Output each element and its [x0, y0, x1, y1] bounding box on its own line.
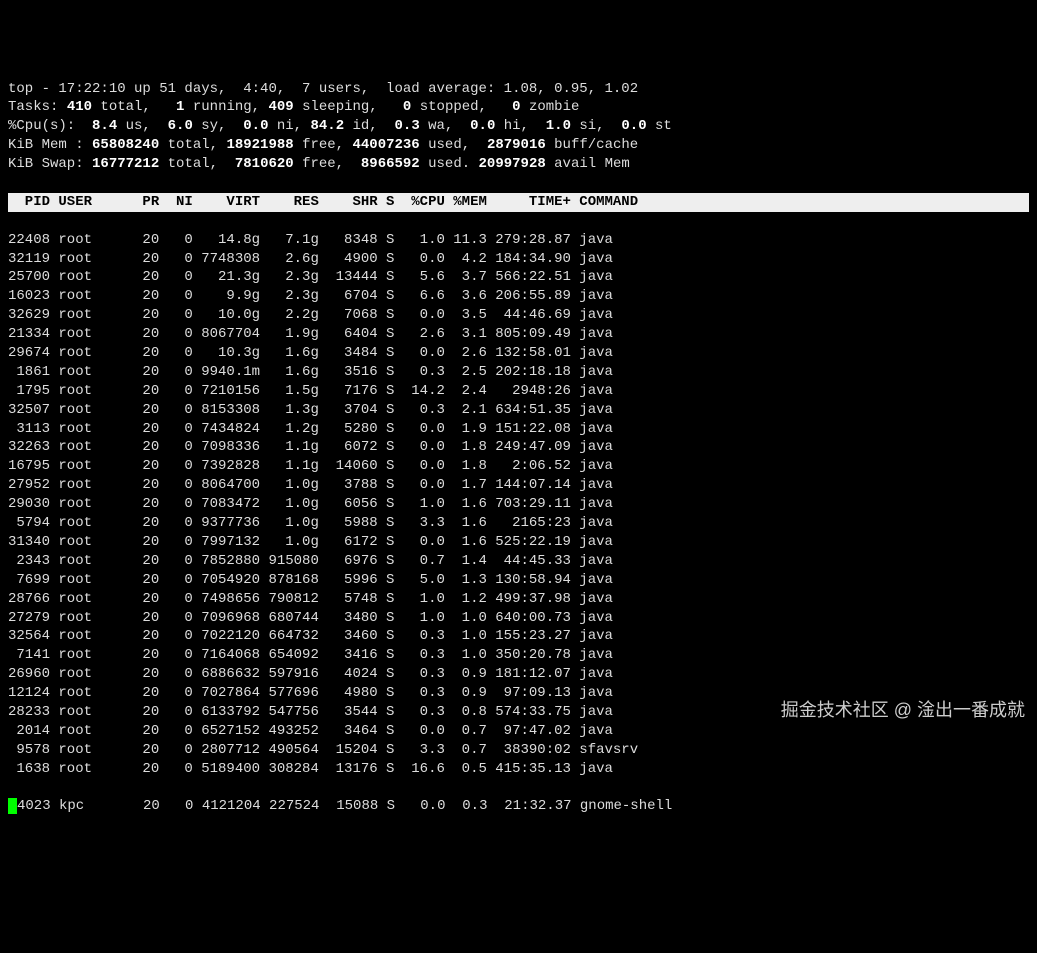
process-row: 32564 root 20 0 7022120 664732 3460 S 0.… [8, 627, 1029, 646]
process-row: 1795 root 20 0 7210156 1.5g 7176 S 14.2 … [8, 382, 1029, 401]
process-row: 32119 root 20 0 7748308 2.6g 4900 S 0.0 … [8, 250, 1029, 269]
process-row: 3113 root 20 0 7434824 1.2g 5280 S 0.0 1… [8, 420, 1029, 439]
process-row: 29030 root 20 0 7083472 1.0g 6056 S 1.0 … [8, 495, 1029, 514]
process-row: 2343 root 20 0 7852880 915080 6976 S 0.7… [8, 552, 1029, 571]
process-row: 21334 root 20 0 8067704 1.9g 6404 S 2.6 … [8, 325, 1029, 344]
process-row: 32263 root 20 0 7098336 1.1g 6072 S 0.0 … [8, 438, 1029, 457]
cursor-icon [8, 798, 17, 814]
top-summary: top - 17:22:10 up 51 days, 4:40, 7 users… [8, 80, 1029, 174]
process-row: 16795 root 20 0 7392828 1.1g 14060 S 0.0… [8, 457, 1029, 476]
process-row-last: 4023 kpc 20 0 4121204 227524 15088 S 0.0… [8, 797, 1029, 816]
process-list: 22408 root 20 0 14.8g 7.1g 8348 S 1.0 11… [8, 231, 1029, 779]
process-row: 16023 root 20 0 9.9g 2.3g 6704 S 6.6 3.6… [8, 287, 1029, 306]
process-row: 27279 root 20 0 7096968 680744 3480 S 1.… [8, 609, 1029, 628]
process-row: 5794 root 20 0 9377736 1.0g 5988 S 3.3 1… [8, 514, 1029, 533]
process-row: 31340 root 20 0 7997132 1.0g 6172 S 0.0 … [8, 533, 1029, 552]
process-row: 32629 root 20 0 10.0g 2.2g 7068 S 0.0 3.… [8, 306, 1029, 325]
process-row: 28766 root 20 0 7498656 790812 5748 S 1.… [8, 590, 1029, 609]
column-header: PID USER PR NI VIRT RES SHR S %CPU %MEM … [8, 193, 1029, 212]
process-row: 9578 root 20 0 2807712 490564 15204 S 3.… [8, 741, 1029, 760]
process-row: 25700 root 20 0 21.3g 2.3g 13444 S 5.6 3… [8, 268, 1029, 287]
process-row: 27952 root 20 0 8064700 1.0g 3788 S 0.0 … [8, 476, 1029, 495]
process-row: 7699 root 20 0 7054920 878168 5996 S 5.0… [8, 571, 1029, 590]
process-row: 1861 root 20 0 9940.1m 1.6g 3516 S 0.3 2… [8, 363, 1029, 382]
process-row: 22408 root 20 0 14.8g 7.1g 8348 S 1.0 11… [8, 231, 1029, 250]
process-row: 1638 root 20 0 5189400 308284 13176 S 16… [8, 760, 1029, 779]
process-row: 29674 root 20 0 10.3g 1.6g 3484 S 0.0 2.… [8, 344, 1029, 363]
process-row: 2014 root 20 0 6527152 493252 3464 S 0.0… [8, 722, 1029, 741]
watermark-text: 掘金技术社区 @ 淦出一番成就 [781, 698, 1025, 722]
process-row: 32507 root 20 0 8153308 1.3g 3704 S 0.3 … [8, 401, 1029, 420]
process-row: 26960 root 20 0 6886632 597916 4024 S 0.… [8, 665, 1029, 684]
process-row: 7141 root 20 0 7164068 654092 3416 S 0.3… [8, 646, 1029, 665]
